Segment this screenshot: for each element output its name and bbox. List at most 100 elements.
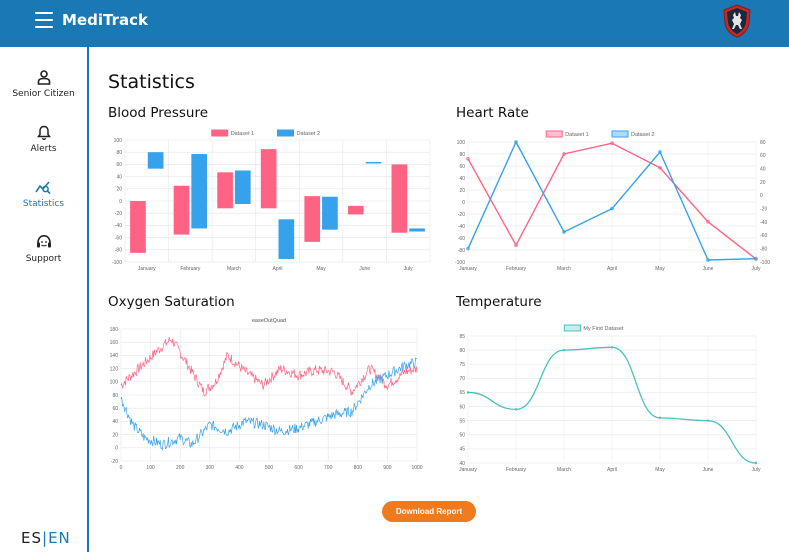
y-tick-label: 40 bbox=[459, 461, 465, 467]
y-tick-label: -20 bbox=[111, 459, 118, 465]
panel-title-heart-rate: Heart Rate bbox=[456, 105, 529, 121]
data-point bbox=[610, 346, 614, 349]
data-point bbox=[658, 166, 662, 170]
y-tick-label: 100 bbox=[457, 140, 466, 146]
data-point bbox=[562, 152, 566, 156]
y-tick-label: 45 bbox=[459, 447, 465, 453]
y-tick-label: -80 bbox=[458, 248, 465, 254]
panel-title-oxygen-saturation: Oxygen Saturation bbox=[108, 294, 235, 310]
y-tick-label: 20 bbox=[112, 432, 118, 438]
sidebar-item-alerts[interactable]: Alerts bbox=[0, 125, 87, 154]
x-tick-label: April bbox=[607, 266, 617, 272]
y-tick-label: 40 bbox=[459, 176, 465, 182]
data-point bbox=[562, 230, 566, 234]
panel-title-blood-pressure: Blood Pressure bbox=[108, 105, 209, 121]
y-tick-label: 60 bbox=[112, 406, 118, 412]
language-switcher: ES|EN bbox=[21, 529, 71, 547]
person-icon bbox=[37, 70, 50, 85]
y-tick-label: 80 bbox=[760, 140, 766, 146]
y-tick-label: 0 bbox=[115, 446, 118, 452]
sidebar-item-support[interactable]: Support bbox=[0, 234, 87, 264]
y-tick-label: 40 bbox=[112, 419, 118, 425]
chart-title: easeOutQuad bbox=[252, 318, 286, 324]
x-tick-label: 500 bbox=[265, 465, 274, 471]
y-tick-label: 180 bbox=[110, 327, 119, 333]
panel-title-temperature: Temperature bbox=[456, 294, 542, 310]
bar bbox=[217, 172, 233, 209]
data-point bbox=[658, 150, 662, 154]
y-tick-label: 0 bbox=[760, 193, 763, 199]
y-tick-label: 80 bbox=[116, 150, 122, 156]
sidebar-item-label: Senior Citizen bbox=[12, 89, 75, 99]
y-tick-label: 80 bbox=[459, 348, 465, 354]
y-tick-label: 80 bbox=[459, 152, 465, 158]
y-tick-label: -80 bbox=[115, 248, 122, 254]
y-tick-label: 20 bbox=[116, 187, 122, 193]
y-tick-label: -100 bbox=[760, 260, 770, 266]
x-tick-label: June bbox=[703, 266, 714, 272]
y-tick-label: 80 bbox=[112, 393, 118, 399]
language-en[interactable]: EN bbox=[48, 529, 71, 547]
y-tick-label: 160 bbox=[110, 340, 119, 346]
y-tick-label: 60 bbox=[459, 404, 465, 410]
y-tick-label: -100 bbox=[455, 260, 465, 266]
x-tick-label: January bbox=[459, 266, 477, 272]
bar bbox=[409, 228, 425, 232]
data-point bbox=[658, 416, 662, 420]
y-tick-label: 60 bbox=[116, 162, 122, 168]
bar bbox=[234, 170, 251, 205]
y-tick-label: 60 bbox=[459, 164, 465, 170]
y-tick-label: 70 bbox=[459, 376, 465, 382]
y-tick-label: 100 bbox=[110, 380, 119, 386]
data-point bbox=[706, 258, 710, 262]
oxygen-saturation-chart: easeOutQuad-200204060801001201401601800 1… bbox=[110, 318, 423, 471]
language-es[interactable]: ES bbox=[21, 529, 42, 547]
y-tick-label: 120 bbox=[110, 366, 119, 372]
x-tick-label: 700 bbox=[324, 465, 333, 471]
bell-icon bbox=[36, 125, 51, 140]
bar bbox=[130, 201, 146, 253]
sidebar-item-statistics[interactable]: Statistics bbox=[0, 179, 87, 209]
x-tick-label: 600 bbox=[294, 465, 303, 471]
x-tick-label: 100 bbox=[146, 465, 155, 471]
x-tick-label: April bbox=[607, 467, 617, 473]
bar bbox=[147, 152, 164, 169]
bar bbox=[260, 149, 277, 209]
y-tick-label: 40 bbox=[760, 166, 766, 172]
menu-icon[interactable] bbox=[35, 12, 53, 28]
y-tick-label: 55 bbox=[459, 418, 465, 424]
x-tick-label: 300 bbox=[206, 465, 215, 471]
data-point bbox=[706, 419, 710, 422]
x-tick-label: February bbox=[180, 266, 201, 272]
sidebar-item-senior-citizen[interactable]: Senior Citizen bbox=[0, 70, 87, 99]
x-tick-label: 200 bbox=[176, 465, 185, 471]
data-point bbox=[610, 141, 614, 145]
legend-swatch bbox=[211, 129, 229, 137]
heart-rate-chart: Dataset 1 Dataset 2 -100 -80 -60 -40 -20 0 20 40 6… bbox=[455, 130, 770, 272]
legend-label: My First Dataset bbox=[583, 326, 624, 332]
data-point bbox=[466, 246, 470, 251]
data-point bbox=[706, 220, 710, 224]
chart-search-icon bbox=[34, 181, 51, 195]
x-tick-label: July bbox=[752, 266, 761, 272]
y-tick-label: 100 bbox=[114, 138, 123, 144]
bar bbox=[304, 196, 321, 242]
legend-swatch bbox=[277, 129, 294, 137]
y-tick-label: -20 bbox=[458, 212, 465, 218]
y-tick-label: -60 bbox=[458, 236, 465, 242]
y-tick-label: 40 bbox=[116, 174, 122, 180]
y-tick-label: 75 bbox=[459, 362, 465, 368]
legend-swatch bbox=[611, 130, 629, 138]
y-tick-label: 60 bbox=[760, 153, 766, 159]
download-report-button[interactable]: Download Report bbox=[382, 501, 476, 522]
x-tick-label: May bbox=[655, 266, 665, 272]
x-tick-label: June bbox=[359, 266, 370, 272]
bar bbox=[191, 154, 208, 229]
x-tick-label: 1000 bbox=[411, 465, 422, 471]
x-tick-label: June bbox=[703, 467, 714, 473]
x-tick-label: February bbox=[506, 266, 527, 272]
legend-label: Dataset 2 bbox=[297, 131, 321, 137]
y-tick-label: -40 bbox=[760, 220, 767, 226]
shield-logo-icon bbox=[723, 4, 751, 38]
y-tick-label: 20 bbox=[760, 180, 766, 186]
